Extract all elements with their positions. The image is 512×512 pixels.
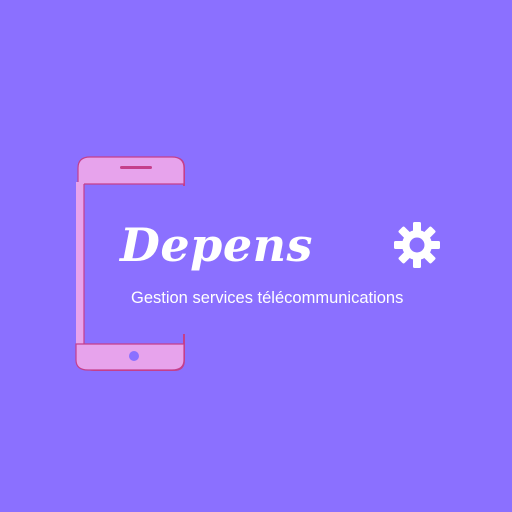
brand-name: Depens xyxy=(120,218,313,272)
gear-icon xyxy=(394,222,440,268)
tagline: Gestion services télécommunications xyxy=(131,289,404,307)
logo: Depens Gestion services télécommunicatio… xyxy=(0,0,512,512)
